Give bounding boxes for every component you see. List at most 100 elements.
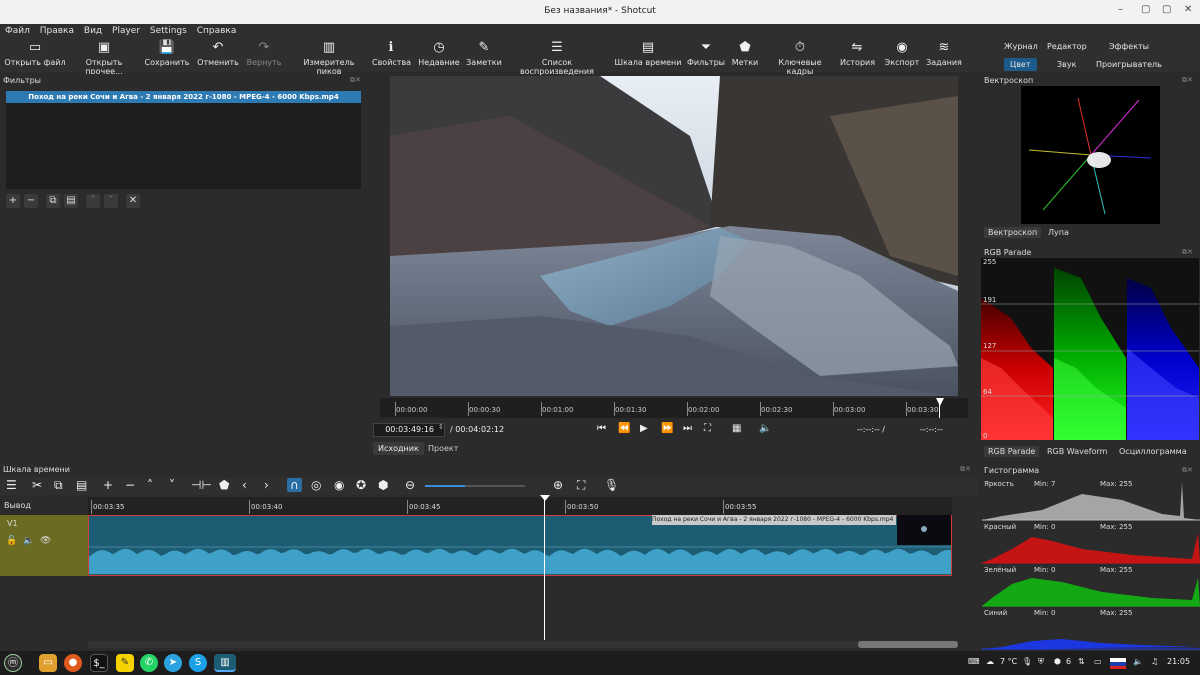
player-playhead-icon[interactable] bbox=[936, 398, 944, 406]
layout-player[interactable]: Проигрыватель bbox=[1096, 60, 1162, 69]
move-up-icon[interactable]: ˄ bbox=[86, 194, 100, 208]
minimize-icon[interactable]: – bbox=[1118, 4, 1123, 15]
layout-color[interactable]: Цвет bbox=[1004, 58, 1037, 71]
language-flag-icon[interactable] bbox=[1110, 658, 1126, 669]
timeline-ruler[interactable]: 00:03:35 00:03:40 00:03:45 00:03:50 00:03:55 bbox=[88, 497, 952, 515]
ripple-icon[interactable]: ◉ bbox=[334, 478, 344, 492]
ripple-markers-icon[interactable]: ⬢ bbox=[378, 478, 388, 492]
toolbar-button-open-file[interactable]: ▭ Открыть файл bbox=[2, 38, 68, 72]
menu-settings[interactable]: Settings bbox=[150, 24, 187, 38]
play-icon[interactable]: ▶ bbox=[640, 423, 648, 434]
layout-audio[interactable]: Звук bbox=[1057, 60, 1076, 69]
video-preview[interactable] bbox=[390, 76, 958, 396]
layout-log[interactable]: Журнал bbox=[1004, 42, 1038, 51]
overwrite-icon[interactable]: ˅ bbox=[169, 478, 175, 492]
snap-icon[interactable]: ∩ bbox=[287, 478, 302, 492]
toolbar-button-keyframes[interactable]: ⏱ Ключевые кадры bbox=[764, 38, 836, 76]
toolbar-button-jobs[interactable]: ≋ Задания bbox=[924, 38, 964, 72]
updates-icon[interactable]: ⬢ bbox=[1054, 657, 1061, 666]
record-audio-icon[interactable]: 🎙 bbox=[604, 478, 619, 492]
toolbar-button-marker[interactable]: ⬟ Метки bbox=[731, 38, 759, 72]
zoom-icon[interactable]: ⛶ bbox=[704, 423, 711, 434]
append-icon[interactable]: + bbox=[103, 478, 113, 492]
toolbar-button-peak-meter[interactable]: ▥ Измеритель пиков bbox=[290, 38, 368, 76]
toolbar-button-info[interactable]: ℹ Свойства bbox=[372, 38, 411, 72]
shotcut-task-icon[interactable]: ▥ bbox=[214, 654, 236, 672]
timeline-scrollbar-track[interactable] bbox=[88, 641, 958, 648]
sound-icon[interactable]: 🔈 bbox=[1133, 657, 1143, 666]
layout-effects[interactable]: Эффекты bbox=[1109, 42, 1149, 51]
fast-forward-icon[interactable]: ⏩ bbox=[661, 423, 673, 434]
eye-icon[interactable]: 👁 bbox=[40, 536, 51, 546]
notes-app-icon[interactable]: ✎ bbox=[116, 654, 134, 672]
menu-view[interactable]: Вид bbox=[84, 24, 102, 38]
telegram-icon[interactable]: ➤ bbox=[164, 654, 182, 672]
close-icon[interactable]: ✕ bbox=[1184, 4, 1192, 15]
toolbar-button-undo[interactable]: ↶ Отменить bbox=[196, 38, 240, 72]
ripple-all-icon[interactable]: ✪ bbox=[356, 478, 366, 492]
files-icon[interactable]: ▭ bbox=[39, 654, 57, 672]
skype-icon[interactable]: S bbox=[189, 654, 207, 672]
move-down-icon[interactable]: ˅ bbox=[104, 194, 118, 208]
tab-source[interactable]: Исходник bbox=[373, 442, 424, 455]
menu-edit[interactable]: Правка bbox=[40, 24, 74, 38]
toolbar-button-notes[interactable]: ✎ Заметки bbox=[465, 38, 503, 72]
dock-buttons-icon[interactable]: ⧉✕ bbox=[350, 76, 361, 85]
toolbar-button-save[interactable]: 💾 Сохранить bbox=[142, 38, 192, 72]
lock-icon[interactable]: 🔓 bbox=[6, 536, 17, 546]
dock-buttons-icon[interactable]: ⧉✕ bbox=[1182, 76, 1193, 85]
tab-oscillogram[interactable]: Осциллограмма bbox=[1119, 447, 1187, 456]
dock-buttons-icon[interactable]: ⧉✕ bbox=[1182, 466, 1193, 475]
dock-buttons-icon[interactable]: ⧉✕ bbox=[1182, 248, 1193, 257]
mint-menu-icon[interactable]: ⓜ bbox=[4, 654, 22, 672]
grid-icon[interactable]: ▦ bbox=[732, 423, 741, 434]
paste-filter-icon[interactable]: ▤ bbox=[64, 194, 78, 208]
copy-icon[interactable]: ⧉ bbox=[54, 478, 63, 493]
playhead[interactable] bbox=[544, 497, 545, 640]
tab-project[interactable]: Проект bbox=[428, 444, 458, 453]
filter-list[interactable] bbox=[6, 91, 361, 189]
menu-file[interactable]: Файл bbox=[5, 24, 30, 38]
lift-icon[interactable]: ˄ bbox=[147, 478, 153, 492]
paste-icon[interactable]: ▤ bbox=[76, 478, 87, 492]
keyboard-icon[interactable]: ⌨ bbox=[968, 657, 980, 666]
layout-editor[interactable]: Редактор bbox=[1047, 42, 1087, 51]
maximize-icon[interactable]: ▢ bbox=[1141, 4, 1150, 15]
tab-vectorscope[interactable]: Вектроскоп bbox=[984, 227, 1042, 238]
menu-icon[interactable]: ☰ bbox=[6, 478, 17, 492]
add-filter-icon[interactable]: + bbox=[6, 194, 20, 208]
remove-filter-icon[interactable]: − bbox=[24, 194, 38, 208]
window-box-icon[interactable]: ▢ bbox=[1162, 4, 1171, 15]
toolbar-button-export[interactable]: ◉ Экспорт bbox=[884, 38, 920, 72]
zoom-in-icon[interactable]: ⊕ bbox=[553, 478, 563, 492]
next-marker-icon[interactable]: › bbox=[264, 478, 269, 492]
scrub-icon[interactable]: ◎ bbox=[311, 478, 321, 492]
toolbar-button-playlist[interactable]: ☰ Список воспроизведения bbox=[506, 38, 608, 76]
shield-icon[interactable]: ⛨ bbox=[1038, 657, 1044, 667]
dock-buttons-icon[interactable]: ⧉✕ bbox=[960, 465, 971, 474]
volume-icon[interactable]: 🔈 bbox=[759, 423, 771, 434]
whatsapp-icon[interactable]: ✆ bbox=[140, 654, 158, 672]
menu-help[interactable]: Справка bbox=[197, 24, 237, 38]
toolbar-button-redo[interactable]: ↷ Вернуть bbox=[244, 38, 284, 72]
zoom-fit-icon[interactable]: ⛶ bbox=[577, 478, 585, 493]
terminal-icon[interactable]: $_ bbox=[90, 654, 108, 672]
network-icon[interactable]: ⇅ bbox=[1078, 657, 1085, 666]
skip-previous-icon[interactable]: ⏮ bbox=[597, 423, 606, 434]
menu-player[interactable]: Player bbox=[112, 24, 140, 38]
split-icon[interactable]: ⊣⊢ bbox=[191, 478, 212, 492]
toolbar-button-history[interactable]: ⇋ История bbox=[840, 38, 875, 72]
timecode-spin-icon[interactable]: ⇕ bbox=[438, 423, 444, 431]
cut-icon[interactable]: ✂ bbox=[32, 478, 42, 492]
track-header-v1[interactable]: V1 🔓 🔈 👁 bbox=[0, 515, 88, 576]
tab-rgb-parade[interactable]: RGB Parade bbox=[984, 446, 1040, 457]
skip-next-icon[interactable]: ⏭ bbox=[683, 423, 692, 434]
copy-filter-icon[interactable]: ⧉ bbox=[46, 194, 60, 208]
firefox-icon[interactable]: ● bbox=[64, 654, 82, 672]
toolbar-button-clock[interactable]: ◷ Недавние bbox=[417, 38, 461, 72]
timeline-scrollbar[interactable] bbox=[858, 641, 958, 648]
player-ruler[interactable]: 00:00:00 00:00:30 00:01:00 00:01:30 00:02:00… bbox=[380, 398, 968, 418]
zoom-out-icon[interactable]: ⊖ bbox=[405, 478, 415, 492]
remove-icon[interactable]: − bbox=[125, 478, 135, 492]
weather-icon[interactable]: ☁ bbox=[986, 657, 994, 666]
